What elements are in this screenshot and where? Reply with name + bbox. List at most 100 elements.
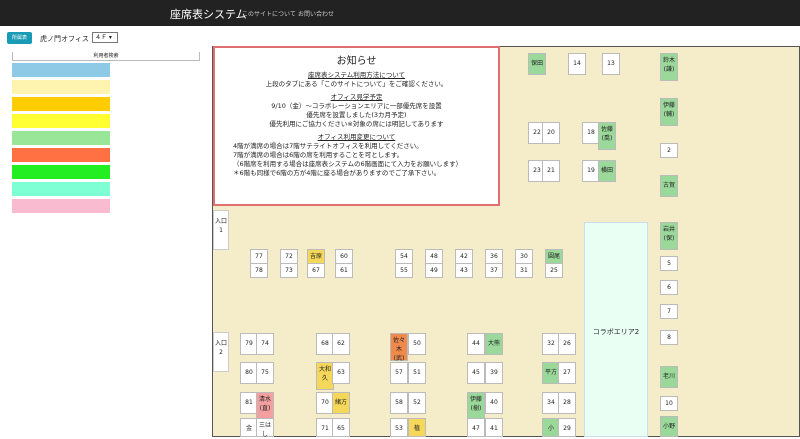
legend-swatch (12, 199, 110, 213)
seat[interactable]: 伊藤(樹) (467, 392, 485, 420)
seat[interactable]: 60 (335, 249, 353, 264)
seat[interactable]: 51 (408, 362, 426, 384)
dept-button[interactable]: 所属表 (7, 32, 32, 44)
seat[interactable]: 三はし (256, 418, 274, 438)
seat[interactable]: 74 (256, 333, 274, 355)
notice-text: 優先席を設置しました(3カ月予定) (306, 111, 407, 119)
seat[interactable]: 43 (455, 263, 473, 278)
seat[interactable]: 圓尾 (545, 249, 563, 264)
notice-text: 4階が満席の場合は7階サテライトオフィスを利用してください。 (233, 142, 423, 150)
entrance-2: 入口2 (213, 332, 229, 372)
seat[interactable]: 55 (395, 263, 413, 278)
seat[interactable]: 2 (660, 143, 678, 158)
floor-select[interactable]: ４Ｆ ▾ (92, 32, 118, 43)
notice-panel: お知らせ 座席表システム利用方法について 上段のタブにある「このサイトについて」… (213, 46, 500, 206)
seat[interactable]: 30 (515, 249, 533, 264)
seat[interactable]: 42 (455, 249, 473, 264)
seat[interactable]: 10 (660, 396, 678, 411)
seat[interactable]: 14 (568, 53, 586, 75)
notice-heading: オフィス見学予定 (330, 93, 383, 101)
seat[interactable]: 吉原 (307, 249, 325, 264)
seat[interactable]: 39 (485, 362, 503, 384)
seat[interactable]: 8 (660, 330, 678, 345)
seat[interactable]: 41 (485, 418, 503, 437)
legend-swatch (12, 80, 110, 94)
legend-swatch (12, 182, 110, 196)
seat[interactable]: 25 (545, 263, 563, 278)
legend-swatch (12, 97, 110, 111)
seat[interactable]: 36 (485, 249, 503, 264)
seat[interactable]: 48 (425, 249, 443, 264)
nav-contact-link[interactable]: お問い合わせ (298, 9, 334, 18)
seat[interactable]: 47 (467, 418, 485, 437)
seat[interactable]: 52 (408, 392, 426, 414)
seat[interactable]: 佐藤(喬) (598, 122, 616, 150)
seat[interactable]: 65 (332, 418, 350, 437)
seat[interactable]: 5 (660, 256, 678, 271)
seat[interactable]: 29 (558, 418, 576, 437)
seat[interactable]: 横田 (598, 160, 616, 182)
legend-swatch (12, 114, 110, 128)
seat[interactable]: 伊藤(輔) (660, 98, 678, 126)
seat[interactable]: 緒方 (332, 392, 350, 414)
notice-text: 優先利用にご協力ください※対象の席には明記してあります (269, 120, 444, 128)
seat[interactable]: 61 (335, 263, 353, 278)
seat[interactable]: 53 (390, 418, 408, 437)
seat[interactable]: 21 (542, 160, 560, 182)
seat[interactable]: 40 (485, 392, 503, 414)
seat[interactable]: 27 (558, 362, 576, 384)
seat[interactable]: 岩井(保) (660, 222, 678, 250)
nav-about-link[interactable]: このサイトについて (242, 9, 296, 18)
seat[interactable]: 77 (250, 249, 268, 264)
seat[interactable]: 小野 (660, 416, 678, 437)
legend-swatch (12, 148, 110, 162)
seat[interactable]: 37 (485, 263, 503, 278)
legend-swatch (12, 131, 110, 145)
notice-text: 7階が満席の場合は6階の席を利用することを可とします。 (233, 151, 404, 159)
seat[interactable]: 44 (467, 333, 485, 355)
seat[interactable]: 73 (280, 263, 298, 278)
notice-text: 上段のタブにある「このサイトについて」をご確認ください。 (265, 80, 448, 88)
seat[interactable]: 清水(直) (256, 392, 274, 420)
seat[interactable]: 28 (558, 392, 576, 414)
seat[interactable]: 63 (332, 362, 350, 384)
seat[interactable]: 13 (602, 53, 620, 75)
seat[interactable]: 7 (660, 304, 678, 319)
seat[interactable]: 6 (660, 280, 678, 295)
seat[interactable]: 植 (408, 418, 426, 437)
legend-swatch (12, 63, 110, 77)
notice-title: お知らせ (336, 56, 377, 67)
collab-area: コラボエリア2 (584, 222, 648, 437)
seat[interactable]: 50 (408, 333, 426, 355)
seat[interactable]: 佐々木(武) (390, 333, 408, 362)
seat[interactable]: 78 (250, 263, 268, 278)
seat[interactable]: 75 (256, 362, 274, 384)
seat[interactable]: 20 (542, 122, 560, 144)
top-navbar: 座席表システム このサイトについて お問い合わせ (0, 0, 800, 26)
office-label: 虎ノ門オフィス (40, 35, 89, 43)
notice-text: 9/10（金）～コラボレーションエリアに一部優先席を設置 (271, 102, 442, 110)
seat[interactable]: 49 (425, 263, 443, 278)
legend-swatch (12, 165, 110, 179)
notice-heading: オフィス利用変更について (317, 133, 396, 141)
seat[interactable]: 67 (307, 263, 325, 278)
notice-text: ＊6階も同様で6階の方が4階に座る場合がありますのでご了承下さい。 (233, 169, 441, 177)
seat[interactable]: 古賀 (660, 175, 678, 197)
seat[interactable]: 31 (515, 263, 533, 278)
seat[interactable]: 老川 (660, 366, 678, 388)
seat[interactable]: 45 (467, 362, 485, 384)
user-search-tab[interactable]: 利用者検索 (12, 52, 200, 61)
seat[interactable]: 72 (280, 249, 298, 264)
seat[interactable]: 62 (332, 333, 350, 355)
seat[interactable]: 57 (390, 362, 408, 384)
seat[interactable]: 保田 (528, 53, 546, 75)
seat[interactable]: 鈴木(謙) (660, 53, 678, 81)
seat[interactable]: 26 (558, 333, 576, 355)
seat[interactable]: 大熊 (485, 333, 503, 355)
notice-text: （6階席を利用する場合は座席表システムの6階画面にて入力をお願いします） (233, 160, 463, 168)
notice-heading: 座席表システム利用方法について (307, 71, 406, 79)
seat[interactable]: 58 (390, 392, 408, 414)
app-brand[interactable]: 座席表システム (170, 6, 247, 22)
entrance-1: 入口1 (213, 210, 229, 250)
seat[interactable]: 54 (395, 249, 413, 264)
